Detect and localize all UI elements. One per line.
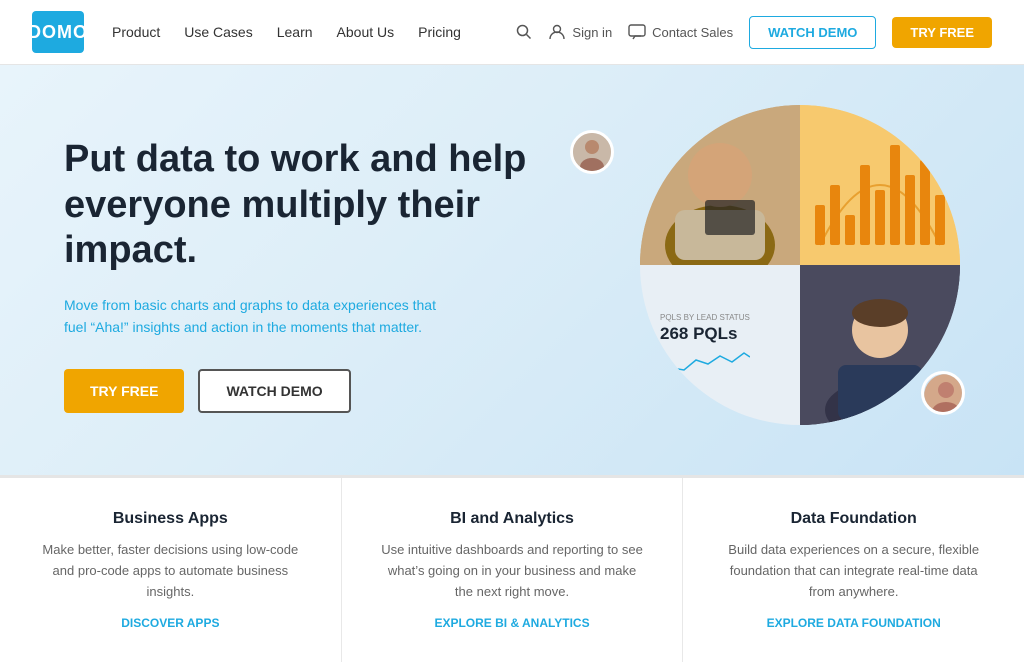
hero-left: Put data to work and help everyone multi…: [64, 137, 544, 413]
features-section: Business Apps Make better, faster decisi…: [0, 475, 1024, 662]
signin-button[interactable]: Sign in: [548, 23, 612, 41]
avatar-bottom-right: [921, 371, 965, 415]
logo[interactable]: DOMO: [32, 11, 84, 53]
hero-buttons: TRY FREE WATCH DEMO: [64, 369, 544, 413]
nav-product[interactable]: Product: [112, 24, 160, 40]
hero-title: Put data to work and help everyone multi…: [64, 137, 544, 274]
collage-bar-chart: [800, 105, 960, 265]
watch-demo-hero-button[interactable]: WATCH DEMO: [198, 369, 350, 413]
hero-right: PQLS BY LEAD STATUS 268 PQLs: [580, 125, 960, 425]
hero-subtitle-highlight: moments that matter.: [290, 319, 422, 335]
feature-bi-analytics-desc: Use intuitive dashboards and reporting t…: [378, 540, 647, 602]
sparkline: [660, 348, 750, 378]
nav-pricing[interactable]: Pricing: [418, 24, 461, 40]
avatar-image: [573, 133, 611, 171]
navbar-left: DOMO Product Use Cases Learn About Us Pr…: [32, 11, 461, 53]
hero-section: Put data to work and help everyone multi…: [0, 65, 1024, 475]
feature-business-apps-link[interactable]: DISCOVER APPS: [36, 616, 305, 630]
nav-use-cases[interactable]: Use Cases: [184, 24, 252, 40]
feature-data-foundation-desc: Build data experiences on a secure, flex…: [719, 540, 988, 602]
avatar-top-left: [570, 130, 614, 174]
feature-bi-analytics: BI and Analytics Use intuitive dashboard…: [342, 478, 684, 662]
navbar-right: Sign in Contact Sales WATCH DEMO TRY FRE…: [516, 16, 992, 49]
watch-demo-nav-button[interactable]: WATCH DEMO: [749, 16, 876, 49]
feature-bi-analytics-link[interactable]: EXPLORE BI & ANALYTICS: [378, 616, 647, 630]
feature-business-apps: Business Apps Make better, faster decisi…: [0, 478, 342, 662]
stat-label: PQLS BY LEAD STATUS: [660, 313, 780, 322]
nav-links: Product Use Cases Learn About Us Pricing: [112, 24, 461, 40]
chat-icon: [628, 24, 646, 40]
hero-collage: PQLS BY LEAD STATUS 268 PQLs: [640, 105, 960, 425]
collage-person-tablet: [640, 105, 800, 265]
hero-subtitle: Move from basic charts and graphs to dat…: [64, 294, 444, 339]
signin-label: Sign in: [572, 25, 612, 40]
navbar: DOMO Product Use Cases Learn About Us Pr…: [0, 0, 1024, 65]
nav-about[interactable]: About Us: [337, 24, 395, 40]
stat-value: 268 PQLs: [660, 324, 780, 344]
feature-data-foundation: Data Foundation Build data experiences o…: [683, 478, 1024, 662]
try-free-nav-button[interactable]: TRY FREE: [892, 17, 992, 48]
feature-business-apps-desc: Make better, faster decisions using low-…: [36, 540, 305, 602]
try-free-hero-button[interactable]: TRY FREE: [64, 369, 184, 413]
nav-learn[interactable]: Learn: [277, 24, 313, 40]
search-button[interactable]: [516, 24, 532, 40]
contact-sales-label: Contact Sales: [652, 25, 733, 40]
logo-text: DOMO: [28, 22, 88, 43]
search-icon: [516, 24, 532, 40]
collage-stat: PQLS BY LEAD STATUS 268 PQLs: [640, 265, 800, 425]
feature-data-foundation-link[interactable]: EXPLORE DATA FOUNDATION: [719, 616, 988, 630]
contact-sales-button[interactable]: Contact Sales: [628, 24, 733, 40]
user-icon: [548, 23, 566, 41]
